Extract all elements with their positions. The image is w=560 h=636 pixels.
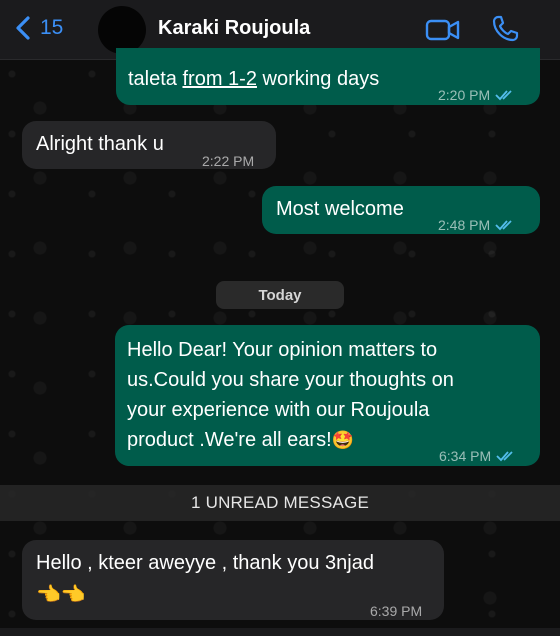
phone-call-icon[interactable] bbox=[490, 14, 520, 44]
double-check-icon bbox=[495, 90, 512, 101]
message-meta: 6:34 PM bbox=[439, 441, 516, 471]
chevron-left-icon bbox=[16, 16, 30, 40]
star-struck-emoji: 🤩 bbox=[331, 430, 355, 450]
message-time: 2:20 PM bbox=[438, 87, 491, 103]
contact-name[interactable]: Karaki Roujoula bbox=[158, 17, 310, 40]
message-text: taleta from 1-2 working days bbox=[128, 68, 380, 90]
message-text: Most welcome bbox=[276, 198, 404, 220]
avatar[interactable] bbox=[98, 6, 146, 54]
day-separator: Today bbox=[216, 281, 344, 309]
message-bubble-outgoing[interactable]: Hello Dear! Your opinion matters to us.C… bbox=[115, 325, 540, 466]
message-link[interactable]: from 1-2 bbox=[182, 68, 256, 90]
unread-chats-count: 15 bbox=[40, 16, 64, 39]
double-check-icon bbox=[495, 220, 512, 231]
unread-messages-banner: 1 UNREAD MESSAGE bbox=[0, 485, 560, 521]
message-bubble-incoming[interactable]: Hello , kteer aweyye , thank you 3njad 👈… bbox=[22, 540, 444, 620]
message-bubble-outgoing[interactable]: taleta from 1-2 working days 2:20 PM bbox=[116, 48, 540, 105]
double-check-icon bbox=[496, 451, 513, 462]
message-meta: 2:20 PM bbox=[438, 80, 515, 110]
message-text: Alright thank u bbox=[36, 133, 164, 155]
back-button[interactable]: 15 bbox=[14, 15, 63, 41]
pointing-left-emoji: 👈👈 bbox=[36, 584, 86, 606]
message-time: 6:39 PM bbox=[370, 603, 423, 619]
message-meta: 2:48 PM bbox=[438, 210, 515, 240]
message-bubble-outgoing[interactable]: Most welcome 2:48 PM bbox=[262, 186, 540, 234]
message-time: 2:48 PM bbox=[438, 217, 491, 233]
message-time: 6:34 PM bbox=[439, 448, 492, 464]
message-text: Hello Dear! Your opinion matters to us.C… bbox=[127, 339, 454, 451]
message-bubble-incoming[interactable]: Alright thank u 2:22 PM bbox=[22, 121, 276, 169]
video-call-icon[interactable] bbox=[425, 16, 461, 44]
input-bar-edge bbox=[0, 628, 560, 636]
message-time: 2:22 PM bbox=[202, 153, 255, 169]
message-text: Hello , kteer aweyye , thank you 3njad bbox=[36, 552, 374, 574]
